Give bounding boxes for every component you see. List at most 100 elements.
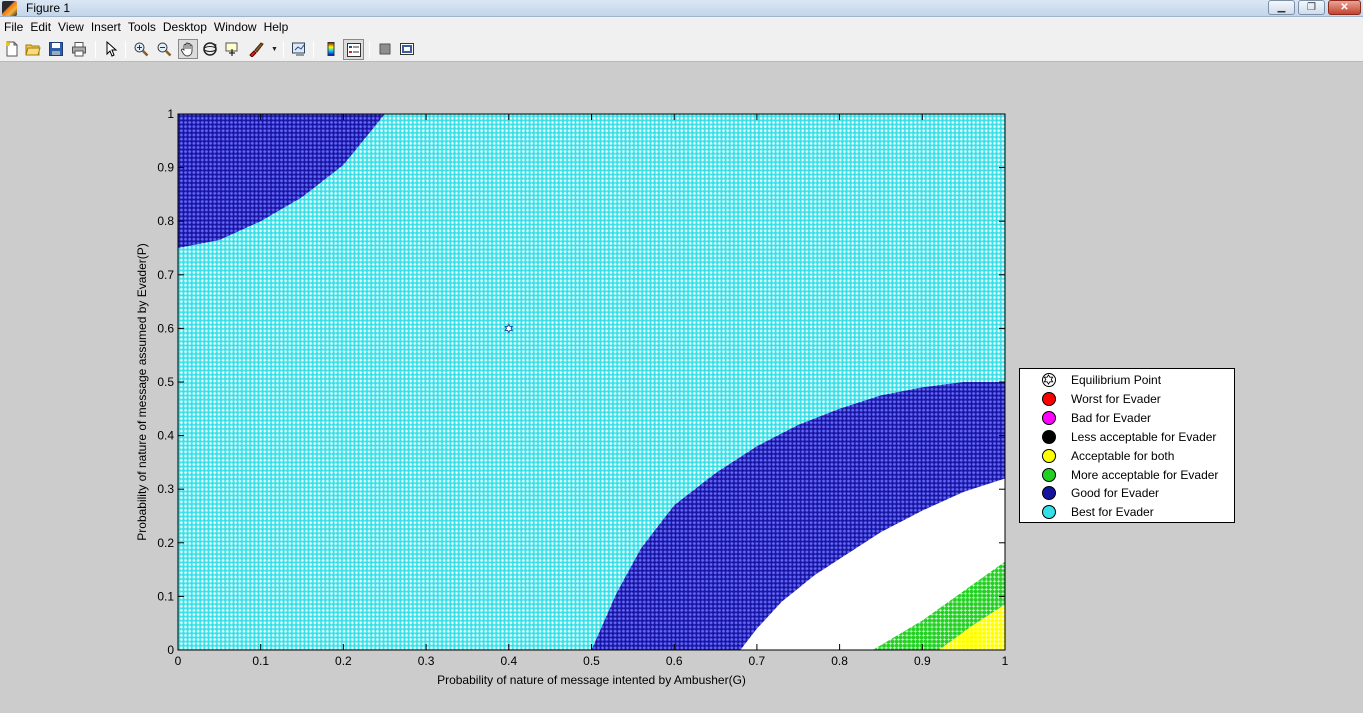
brush-dropdown-chevron-down-icon[interactable]: ▼ — [271, 46, 278, 53]
legend-label: Equilibrium Point — [1071, 373, 1162, 387]
menu-window[interactable]: Window — [214, 17, 257, 37]
y-tick-label: 0.4 — [157, 429, 174, 443]
hexagram-icon — [1043, 374, 1054, 385]
close-button[interactable]: ✕ — [1328, 0, 1361, 15]
legend-label: Good for Evader — [1071, 486, 1160, 500]
legend-label: Acceptable for both — [1071, 449, 1175, 463]
data-cursor-button[interactable] — [224, 40, 242, 58]
y-tick-label: 0.8 — [157, 214, 174, 228]
rotate-3d-button[interactable] — [201, 40, 219, 58]
x-tick-label: 0.1 — [252, 654, 269, 668]
legend-item-equilibrium: Equilibrium Point — [1020, 371, 1234, 389]
y-tick-label: 0.5 — [157, 375, 174, 389]
new-figure-icon — [6, 41, 18, 57]
circle-marker-icon — [1042, 392, 1056, 406]
x-tick-label: 1 — [1002, 654, 1009, 668]
brush-button[interactable] — [247, 40, 265, 58]
zoom-out-button[interactable] — [155, 40, 173, 58]
legend-label: Worst for Evader — [1071, 392, 1161, 406]
circle-marker-icon — [1042, 468, 1056, 482]
legend-label: Less acceptable for Evader — [1071, 430, 1217, 444]
menu-insert[interactable]: Insert — [91, 17, 121, 37]
toolbar-separator — [313, 41, 314, 58]
window-title: Figure 1 — [26, 1, 71, 15]
open-file-button[interactable] — [24, 40, 42, 58]
zoom-in-icon — [134, 42, 149, 57]
toolbar-separator — [125, 41, 126, 58]
circle-marker-icon — [1042, 449, 1056, 463]
insert-legend-button[interactable] — [343, 39, 364, 60]
show-plot-tools-icon — [400, 43, 414, 55]
y-tick-label: 1 — [167, 107, 174, 121]
circle-marker-icon — [1042, 505, 1056, 519]
circle-marker-icon — [1042, 430, 1056, 444]
insert-colorbar-button[interactable] — [322, 40, 340, 58]
maximize-button[interactable]: ❐ — [1298, 0, 1325, 15]
matlab-logo-icon — [2, 1, 17, 16]
figure-toolbar: ▼ — [0, 37, 1363, 62]
save-button[interactable] — [47, 40, 65, 58]
circle-marker-icon — [1042, 486, 1056, 500]
x-axis-label: Probability of nature of message intente… — [437, 673, 746, 687]
print-icon — [72, 42, 86, 57]
link-plot-icon — [292, 42, 305, 56]
legend-item-worst: Worst for Evader — [1020, 390, 1234, 408]
show-plot-tools-button[interactable] — [398, 40, 416, 58]
legend-icon — [346, 42, 361, 57]
link-plot-button[interactable] — [290, 40, 308, 58]
x-tick-label: 0.4 — [500, 654, 517, 668]
hide-plot-tools-button[interactable] — [376, 40, 394, 58]
y-axis-label: Probability of nature of message assumed… — [135, 243, 149, 540]
x-tick-label: 0.2 — [335, 654, 352, 668]
legend-label: More acceptable for Evader — [1071, 468, 1219, 482]
plot-legend[interactable]: Equilibrium Point Worst for Evader Bad f… — [1019, 368, 1235, 523]
y-tick-label: 0.7 — [157, 268, 174, 282]
y-tick-label: 0.1 — [157, 589, 174, 603]
legend-item-good: Good for Evader — [1020, 484, 1234, 502]
y-tick-label: 0.9 — [157, 161, 174, 175]
data-cursor-icon — [225, 42, 238, 56]
legend-item-bad: Bad for Evader — [1020, 409, 1234, 427]
circle-marker-icon — [1042, 411, 1056, 425]
toolbar-separator — [283, 41, 284, 58]
edit-plot-button[interactable] — [102, 40, 120, 58]
x-tick-label: 0.6 — [666, 654, 683, 668]
hexagram-marker-icon — [1042, 373, 1056, 387]
zoom-out-icon — [157, 42, 172, 57]
legend-item-acceptable-both: Acceptable for both — [1020, 447, 1234, 465]
figure-canvas: 0 0.1 0.2 0.3 0.4 0.5 0.6 0.7 0.8 0.9 1 0 0.1 0.2 0.3 0… — [0, 62, 1363, 713]
pointer-icon — [106, 41, 118, 57]
x-tick-label: 0.7 — [749, 654, 766, 668]
x-tick-label: 0.3 — [418, 654, 435, 668]
save-icon — [49, 42, 63, 56]
pan-hand-icon — [181, 42, 193, 57]
x-tick-label: 0 — [175, 654, 182, 668]
open-file-icon — [25, 44, 41, 56]
rotate-3d-icon — [203, 42, 217, 56]
hide-plot-tools-icon — [379, 43, 391, 55]
pan-button[interactable] — [178, 39, 198, 59]
menu-help[interactable]: Help — [264, 17, 289, 37]
title-bar: Figure 1 ▁ ❐ ✕ — [0, 0, 1363, 17]
y-tick-label: 0.3 — [157, 482, 174, 496]
y-tick-label: 0 — [167, 643, 174, 657]
minimize-button[interactable]: ▁ — [1268, 0, 1295, 15]
print-button[interactable] — [70, 40, 88, 58]
colorbar-icon — [327, 42, 335, 56]
new-figure-button[interactable] — [3, 40, 21, 58]
legend-label: Best for Evader — [1071, 505, 1154, 519]
x-tick-label: 0.8 — [831, 654, 848, 668]
menu-file[interactable]: File — [4, 17, 23, 37]
menu-desktop[interactable]: Desktop — [163, 17, 207, 37]
legend-item-less-acceptable: Less acceptable for Evader — [1020, 428, 1234, 446]
legend-item-more-acceptable: More acceptable for Evader — [1020, 466, 1234, 484]
x-tick-label: 0.9 — [914, 654, 931, 668]
menu-edit[interactable]: Edit — [30, 17, 51, 37]
zoom-in-button[interactable] — [132, 40, 150, 58]
brush-icon — [249, 42, 264, 57]
legend-item-best: Best for Evader — [1020, 503, 1234, 521]
menu-tools[interactable]: Tools — [128, 17, 156, 37]
menu-bar: File Edit View Insert Tools Desktop Wind… — [0, 17, 1363, 37]
menu-view[interactable]: View — [58, 17, 84, 37]
y-tick-label: 0.6 — [157, 321, 174, 335]
